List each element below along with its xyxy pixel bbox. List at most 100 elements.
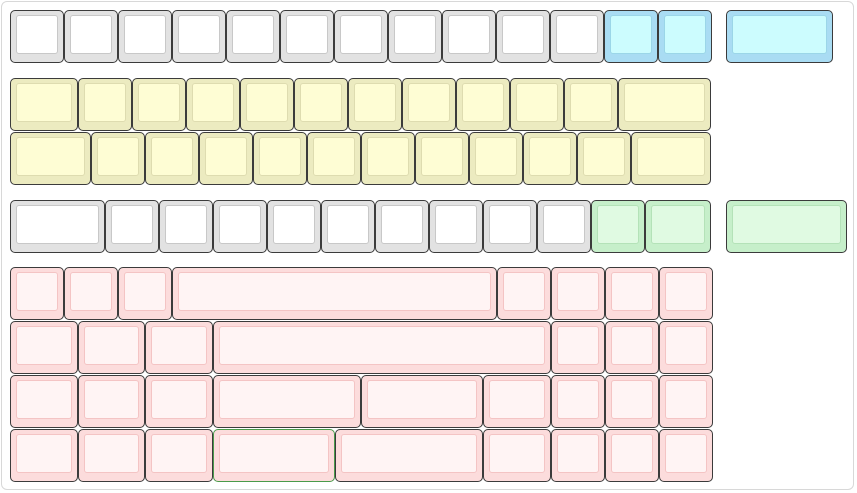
keycap[interactable]	[10, 10, 64, 63]
keycap[interactable]	[551, 375, 605, 428]
keycap[interactable]	[361, 375, 483, 428]
keycap[interactable]	[577, 132, 631, 185]
keycap[interactable]	[172, 267, 497, 320]
keycap[interactable]	[10, 132, 91, 185]
keycap[interactable]	[605, 321, 659, 374]
keycap[interactable]	[604, 10, 658, 63]
keycap[interactable]	[605, 429, 659, 482]
keycap[interactable]	[78, 78, 132, 131]
keycap[interactable]	[213, 321, 551, 374]
keycap-top	[16, 434, 72, 473]
keycap-top	[543, 205, 585, 244]
keycap-top	[219, 205, 261, 244]
keycap[interactable]	[510, 78, 564, 131]
keycap[interactable]	[78, 375, 145, 428]
keycap[interactable]	[213, 200, 267, 253]
keycap[interactable]	[10, 78, 78, 131]
keycap[interactable]	[442, 10, 496, 63]
keycap[interactable]	[658, 10, 712, 63]
keycap[interactable]	[10, 429, 78, 482]
keycap[interactable]	[118, 10, 172, 63]
keycap[interactable]	[64, 267, 118, 320]
keycap[interactable]	[334, 10, 388, 63]
keycap[interactable]	[551, 429, 605, 482]
keycap[interactable]	[145, 132, 199, 185]
keycap[interactable]	[253, 132, 307, 185]
keycap[interactable]	[456, 78, 510, 131]
keycap[interactable]	[402, 78, 456, 131]
keycap[interactable]	[280, 10, 334, 63]
keycap[interactable]	[145, 321, 213, 374]
keycap[interactable]	[605, 375, 659, 428]
keycap[interactable]	[213, 375, 361, 428]
keycap[interactable]	[186, 78, 240, 131]
keycap[interactable]	[10, 200, 105, 253]
keycap[interactable]	[551, 321, 605, 374]
keycap[interactable]	[483, 200, 537, 253]
keycap[interactable]	[564, 78, 618, 131]
keycap-top	[340, 15, 382, 54]
keycap[interactable]	[240, 78, 294, 131]
keycap[interactable]	[659, 429, 713, 482]
keycap[interactable]	[726, 200, 847, 253]
keycap[interactable]	[537, 200, 591, 253]
keycap-top	[502, 15, 544, 54]
keycap-top	[367, 380, 477, 419]
keycap[interactable]	[429, 200, 483, 253]
keycap[interactable]	[659, 267, 713, 320]
keycap[interactable]	[523, 132, 577, 185]
keycap[interactable]	[726, 10, 833, 63]
keycap[interactable]	[78, 321, 145, 374]
keycap[interactable]	[226, 10, 280, 63]
keycap[interactable]	[415, 132, 469, 185]
keycap[interactable]	[375, 200, 429, 253]
keycap[interactable]	[294, 78, 348, 131]
keycap[interactable]	[64, 10, 118, 63]
keycap[interactable]	[118, 267, 172, 320]
keycap[interactable]	[321, 200, 375, 253]
keycap[interactable]	[145, 375, 213, 428]
keycap[interactable]	[145, 429, 213, 482]
keycap-top	[84, 380, 139, 419]
keycap[interactable]	[172, 10, 226, 63]
keycap-top	[259, 137, 301, 176]
keycap[interactable]	[591, 200, 645, 253]
keycap-top	[665, 326, 707, 365]
keycap[interactable]	[78, 429, 145, 482]
keycap[interactable]	[132, 78, 186, 131]
keycap[interactable]	[335, 429, 483, 482]
keycap[interactable]	[483, 429, 551, 482]
keycap[interactable]	[361, 132, 415, 185]
keycap-top	[232, 15, 274, 54]
keycap[interactable]	[645, 200, 711, 253]
keycap[interactable]	[631, 132, 711, 185]
keycap[interactable]	[307, 132, 361, 185]
keycap[interactable]	[659, 375, 713, 428]
keycap[interactable]	[469, 132, 523, 185]
keycap[interactable]	[348, 78, 402, 131]
keycap[interactable]	[10, 375, 78, 428]
keycap[interactable]	[483, 375, 551, 428]
keycap[interactable]	[618, 78, 711, 131]
keycap-top	[665, 434, 707, 473]
keycap-top	[219, 380, 355, 419]
keycap-top	[151, 380, 207, 419]
keycap[interactable]	[10, 321, 78, 374]
keycap-top	[570, 83, 612, 122]
keycap[interactable]	[550, 10, 604, 63]
keycap[interactable]	[105, 200, 159, 253]
keycap[interactable]	[388, 10, 442, 63]
keycap[interactable]	[497, 267, 551, 320]
keycap-top	[16, 205, 99, 244]
keycap[interactable]	[496, 10, 550, 63]
keycap[interactable]	[91, 132, 145, 185]
keycap[interactable]	[199, 132, 253, 185]
keycap-top	[637, 137, 705, 176]
keycap[interactable]	[213, 429, 335, 482]
keycap[interactable]	[267, 200, 321, 253]
keycap[interactable]	[605, 267, 659, 320]
keycap[interactable]	[10, 267, 64, 320]
keycap[interactable]	[659, 321, 713, 374]
keycap[interactable]	[159, 200, 213, 253]
keycap[interactable]	[551, 267, 605, 320]
